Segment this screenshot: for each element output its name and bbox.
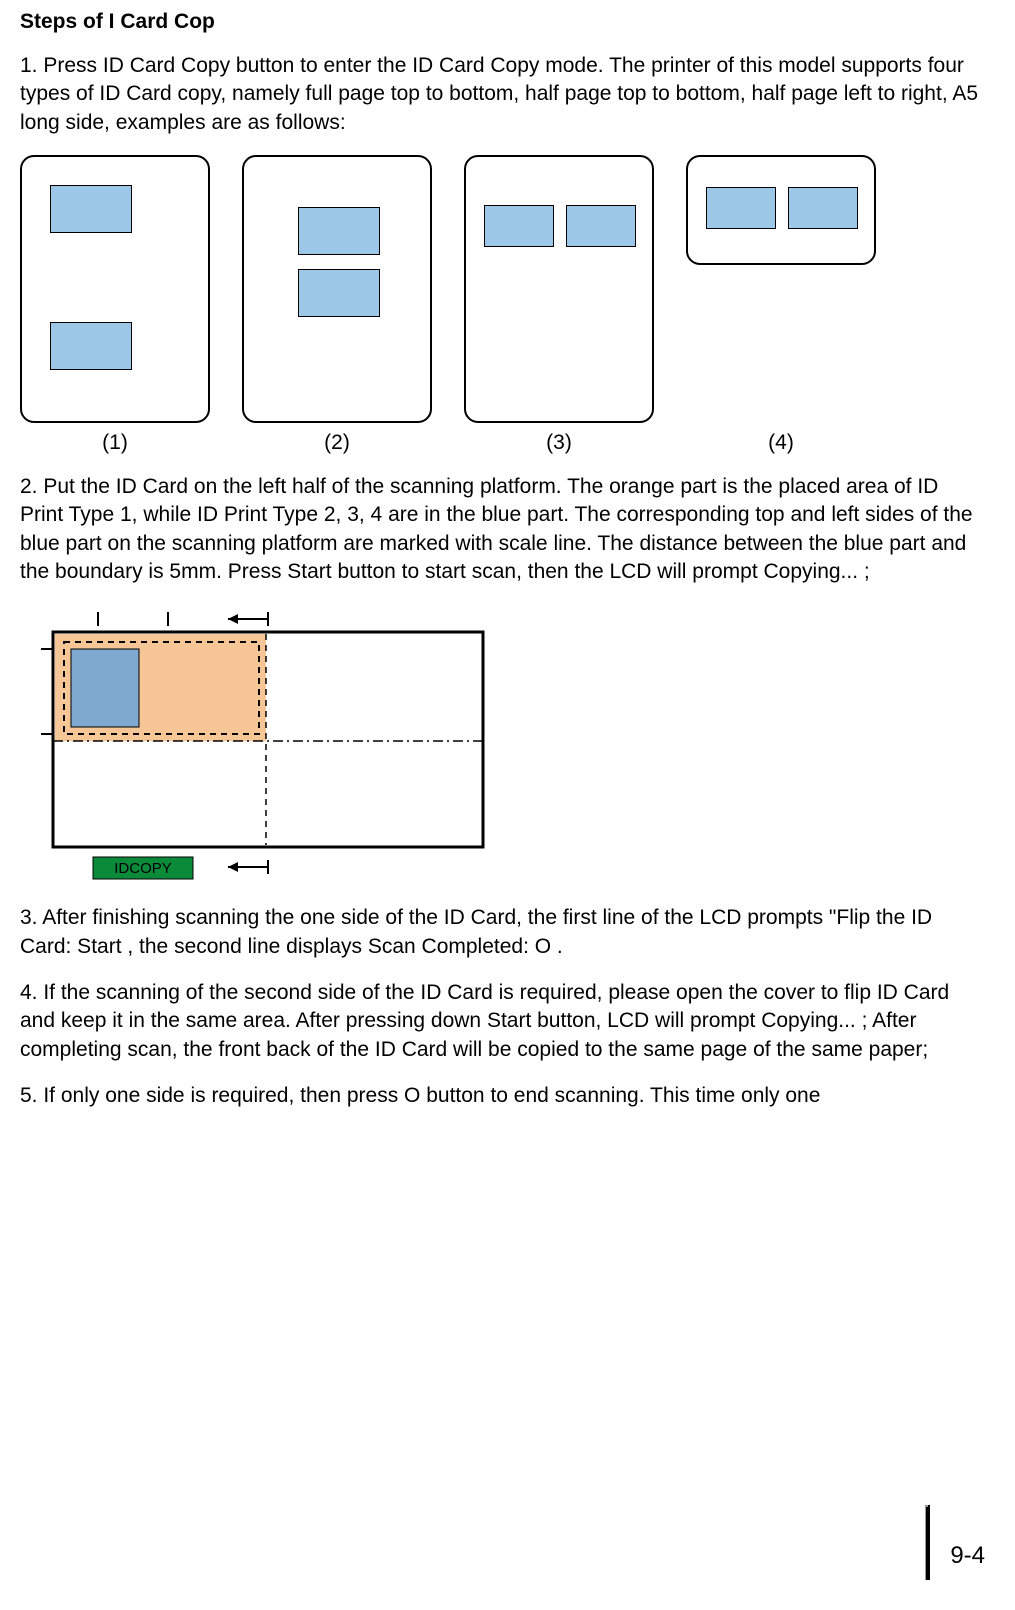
step-4-text: 4. If the scanning of the second side of… — [20, 979, 985, 1064]
caption-4: (4) — [686, 431, 876, 455]
scan-platform-diagram: IDCOPY — [38, 604, 985, 884]
card-back-icon — [788, 187, 858, 229]
diagram-2 — [242, 155, 432, 423]
card-back-icon — [50, 322, 132, 370]
step-5-text: 5. If only one side is required, then pr… — [20, 1082, 985, 1110]
page-number: 9-4 — [950, 1542, 985, 1570]
layout-diagrams — [20, 155, 985, 423]
diagram-captions: (1) (2) (3) (4) — [20, 431, 985, 455]
idcopy-label-text: IDCOPY — [114, 860, 172, 877]
diagram-4 — [686, 155, 876, 265]
card-front-icon — [298, 207, 380, 255]
page-content: Steps of I Card Cop 1. Press ID Card Cop… — [0, 0, 1015, 1158]
page-divider-icon — [925, 1505, 930, 1580]
card-front-icon — [706, 187, 776, 229]
card-back-icon — [566, 205, 636, 247]
caption-2: (2) — [242, 431, 432, 455]
card-front-icon — [484, 205, 554, 247]
card-front-icon — [50, 185, 132, 233]
diagram-3 — [464, 155, 654, 423]
diagram-1 — [20, 155, 210, 423]
scan-platform-icon: IDCOPY — [38, 604, 508, 884]
section-heading: Steps of I Card Cop — [20, 10, 985, 34]
step-2-text: 2. Put the ID Card on the left half of t… — [20, 473, 985, 586]
card-back-icon — [298, 269, 380, 317]
step-1-text: 1. Press ID Card Copy button to enter th… — [20, 52, 985, 137]
step-3-text: 3. After finishing scanning the one side… — [20, 904, 985, 961]
caption-1: (1) — [20, 431, 210, 455]
caption-3: (3) — [464, 431, 654, 455]
